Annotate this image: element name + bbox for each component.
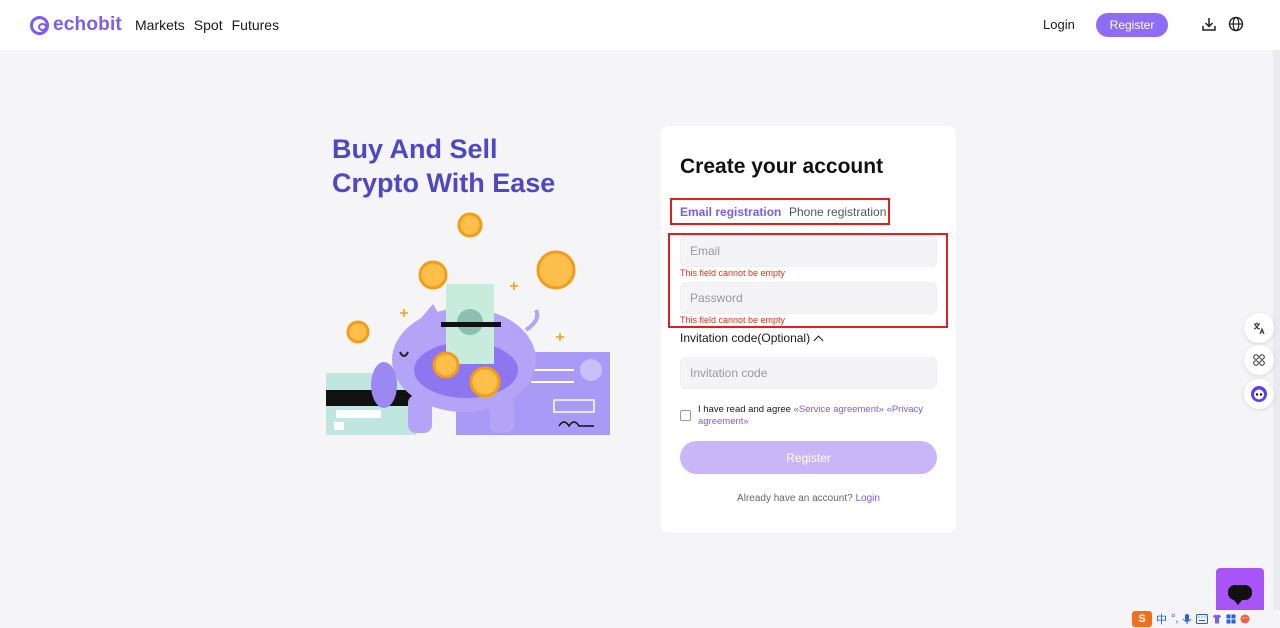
ime-taskbar: S 中 °, [1130, 610, 1280, 628]
already-have-account: Already have an account? Login [661, 493, 956, 504]
invitation-toggle[interactable]: Invitation code(Optional) [680, 331, 824, 345]
password-input[interactable]: Password [680, 282, 937, 314]
agreement-checkbox[interactable] [680, 410, 691, 421]
agreement-prefix: I have read and agree [698, 404, 791, 415]
nav-item-futures[interactable]: Futures [232, 17, 279, 33]
email-error: This field cannot be empty [680, 268, 786, 278]
header-login-link[interactable]: Login [1043, 17, 1075, 32]
already-text: Already have an account? [737, 493, 853, 504]
nav-item-spot[interactable]: Spot [194, 17, 223, 33]
register-submit-button[interactable]: Register [680, 441, 937, 474]
nav-item-markets[interactable]: Markets [135, 17, 185, 33]
page-scrollbar[interactable] [1273, 50, 1280, 628]
piggy-bank-illustration [326, 212, 610, 435]
download-icon[interactable] [1201, 16, 1217, 32]
register-card: Create your account Email registration P… [661, 126, 956, 533]
invitation-label: Invitation code(Optional) [680, 331, 811, 345]
apps-icon[interactable] [1244, 345, 1274, 375]
coin-icon [457, 212, 483, 238]
invitation-code-input[interactable]: Invitation code [680, 357, 937, 389]
chat-support-button[interactable] [1216, 568, 1264, 616]
main-nav: Markets Spot Futures [135, 17, 279, 33]
hero-title: Buy And Sell Crypto With Ease [332, 132, 602, 200]
tab-email-registration[interactable]: Email registration [680, 205, 781, 219]
logo-mark-icon [30, 15, 49, 35]
chevron-up-icon [813, 335, 824, 345]
ime-mode[interactable]: 中 [1156, 611, 1167, 627]
email-input[interactable]: Email [680, 235, 937, 267]
form-title: Create your account [680, 155, 884, 178]
microphone-icon[interactable] [1182, 613, 1192, 625]
translate-icon[interactable] [1244, 313, 1274, 343]
tab-phone-registration[interactable]: Phone registration [789, 205, 886, 219]
keyboard-icon[interactable] [1196, 614, 1209, 624]
password-error: This field cannot be empty [680, 315, 786, 325]
top-header: echobit Markets Spot Futures Login Regis… [0, 0, 1280, 50]
smiley-icon[interactable] [1240, 614, 1250, 624]
agreement-text: I have read and agree «Service agreement… [698, 404, 938, 428]
hero-title-line1: Buy And Sell [332, 134, 498, 164]
ime-badge[interactable]: S [1132, 611, 1152, 627]
echobit-logo[interactable]: echobit [30, 14, 122, 36]
assistant-icon[interactable] [1244, 379, 1274, 409]
header-register-button[interactable]: Register [1096, 13, 1168, 37]
chat-bubble-icon [1228, 584, 1252, 605]
logo-text: echobit [53, 14, 122, 35]
grid-icon[interactable] [1226, 614, 1236, 624]
hero-title-line2: Crypto With Ease [332, 168, 556, 198]
service-agreement-link[interactable]: «Service agreement» [794, 404, 884, 415]
ime-punct[interactable]: °, [1171, 613, 1178, 625]
shirt-icon[interactable] [1212, 614, 1222, 624]
login-link[interactable]: Login [855, 493, 879, 504]
globe-icon[interactable] [1228, 16, 1244, 32]
